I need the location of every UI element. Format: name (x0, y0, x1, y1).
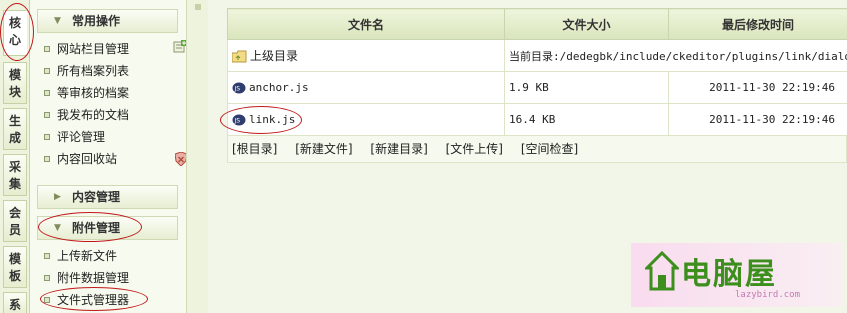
current-dir-path: 当前目录:/dedegbk/include/ckeditor/plugins/l… (504, 39, 847, 72)
tab-modules-label-1: 模 (8, 68, 21, 82)
watermark: 电脑屋 lazybird.com (631, 243, 841, 307)
menu-item-all-archives[interactable]: 所有档案列表 (44, 60, 129, 82)
bullet-icon (44, 253, 50, 259)
folder-up-icon (232, 50, 247, 63)
column-header-modified[interactable]: 最后修改时间 (668, 8, 847, 40)
file-name-link[interactable]: anchor.js (249, 81, 309, 94)
tab-collect-label-1: 采 (8, 160, 21, 174)
bullet-icon (44, 46, 50, 52)
space-check-link[interactable]: [空间检查] (521, 142, 578, 156)
table-header-row: 文件名 文件大小 最后修改时间 (227, 8, 847, 40)
menu-item-label: 所有档案列表 (57, 64, 130, 78)
tab-generate-label-1: 生 (8, 114, 21, 128)
menu-item-pending-archives[interactable]: 等审核的档案 (44, 82, 129, 104)
menu-item-recycle-bin[interactable]: 内容回收站 (44, 148, 117, 170)
menu-item-comments[interactable]: 评论管理 (44, 126, 105, 148)
menu-item-attachment-data[interactable]: 附件数据管理 (44, 267, 129, 289)
tab-system-label-1: 系 (8, 298, 21, 312)
tab-core-label-1: 核 (8, 16, 21, 30)
chevron-down-icon: ▼ (54, 223, 61, 233)
column-header-filename[interactable]: 文件名 (227, 8, 505, 40)
menu-item-label: 网站栏目管理 (57, 42, 130, 56)
tab-templates-label-2: 板 (8, 269, 21, 283)
file-toolbar: [根目录] [新建文件] [新建目录] [文件上传] [空间检查] (227, 136, 847, 163)
file-name-cell[interactable]: JS link.js (227, 103, 505, 136)
collapse-handle-icon (195, 4, 201, 10)
file-size-cell: 16.4 KB (504, 103, 669, 136)
bullet-icon (44, 134, 50, 140)
menu-item-file-manager[interactable]: 文件式管理器 (44, 289, 129, 311)
menu-item-label: 我发布的文档 (57, 108, 130, 122)
tab-templates[interactable]: 模 板 (3, 246, 27, 288)
menu-item-label: 文件式管理器 (57, 293, 130, 307)
bullet-icon (44, 297, 50, 303)
file-name-cell[interactable]: JS anchor.js (227, 71, 505, 104)
menu-section-content[interactable]: ▶ 内容管理 (37, 185, 178, 209)
menu-item-label: 等审核的档案 (57, 86, 130, 100)
tab-collect-label-2: 集 (8, 177, 21, 191)
file-manager-panel: 文件名 文件大小 最后修改时间 上级目录 当前目录:/dedegbk/inclu… (227, 8, 847, 163)
menu-item-label: 上传新文件 (57, 249, 118, 263)
chevron-right-icon: ▶ (54, 192, 61, 202)
table-row[interactable]: 上级目录 当前目录:/dedegbk/include/ckeditor/plug… (227, 39, 847, 72)
root-dir-link[interactable]: [根目录] (232, 142, 277, 156)
script-file-icon: JS (232, 82, 246, 94)
svg-text:JS: JS (234, 118, 241, 125)
tab-generate-label-2: 成 (8, 131, 21, 145)
menu-section-common-label: 常用操作 (72, 14, 121, 28)
file-modified-cell: 2011-11-30 22:19:46 (668, 103, 847, 136)
menu-section-attachments[interactable]: ▼ 附件管理 (37, 216, 178, 240)
tab-members-label-2: 员 (8, 223, 21, 237)
bullet-icon (44, 112, 50, 118)
menu-item-label: 评论管理 (57, 130, 106, 144)
bullet-icon (44, 275, 50, 281)
parent-dir-cell[interactable]: 上级目录 (227, 39, 505, 72)
menu-section-attachments-label: 附件管理 (72, 221, 121, 235)
bullet-icon (44, 68, 50, 74)
upload-file-link[interactable]: [文件上传] (446, 142, 503, 156)
tab-core[interactable]: 核 心 (3, 10, 27, 56)
file-modified-cell: 2011-11-30 22:19:46 (668, 71, 847, 104)
tab-collect[interactable]: 采 集 (3, 154, 27, 196)
tab-members[interactable]: 会 员 (3, 200, 27, 242)
script-file-icon: JS (232, 114, 246, 126)
watermark-url: lazybird.com (735, 290, 801, 300)
bullet-icon (44, 90, 50, 96)
tab-core-label-2: 心 (8, 33, 21, 47)
menu-section-common[interactable]: ▼ 常用操作 (37, 9, 178, 33)
tab-system[interactable]: 系 (3, 292, 27, 313)
file-table: 文件名 文件大小 最后修改时间 上级目录 当前目录:/dedegbk/inclu… (227, 8, 847, 136)
file-name-link[interactable]: link.js (249, 113, 295, 126)
bullet-icon (44, 156, 50, 162)
module-tab-strip: 核 心 模 块 生 成 采 集 会 员 模 板 系 (0, 0, 30, 313)
menu-item-my-documents[interactable]: 我发布的文档 (44, 104, 129, 126)
add-column-icon[interactable] (173, 40, 187, 54)
svg-text:JS: JS (234, 86, 241, 93)
table-row[interactable]: JS anchor.js 1.9 KB 2011-11-30 22:19:46 (227, 71, 847, 104)
watermark-text: 电脑屋 (681, 257, 777, 292)
menu-item-column-manage[interactable]: 网站栏目管理 (44, 38, 129, 60)
menu-item-label: 附件数据管理 (57, 271, 130, 285)
tab-modules[interactable]: 模 块 (3, 62, 27, 104)
file-size-cell: 1.9 KB (504, 71, 669, 104)
house-logo-icon (645, 251, 679, 291)
new-file-link[interactable]: [新建文件] (295, 142, 352, 156)
side-menu: ▼ 常用操作 网站栏目管理 所有档案列表 等审核的档案 我发布的文档 评论管理 … (30, 0, 187, 313)
menu-item-label: 内容回收站 (57, 152, 118, 166)
tab-members-label-1: 会 (8, 206, 21, 220)
column-header-filesize[interactable]: 文件大小 (504, 8, 669, 40)
chevron-down-icon: ▼ (54, 16, 61, 26)
parent-dir-link[interactable]: 上级目录 (250, 49, 298, 63)
table-row[interactable]: JS link.js 16.4 KB 2011-11-30 22:19:46 (227, 103, 847, 136)
menu-section-content-label: 内容管理 (72, 190, 121, 204)
tab-modules-label-2: 块 (8, 85, 21, 99)
tab-templates-label-1: 模 (8, 252, 21, 266)
new-dir-link[interactable]: [新建目录] (370, 142, 427, 156)
menu-divider[interactable] (186, 0, 208, 313)
tab-generate[interactable]: 生 成 (3, 108, 27, 150)
menu-item-upload-file[interactable]: 上传新文件 (44, 245, 117, 267)
